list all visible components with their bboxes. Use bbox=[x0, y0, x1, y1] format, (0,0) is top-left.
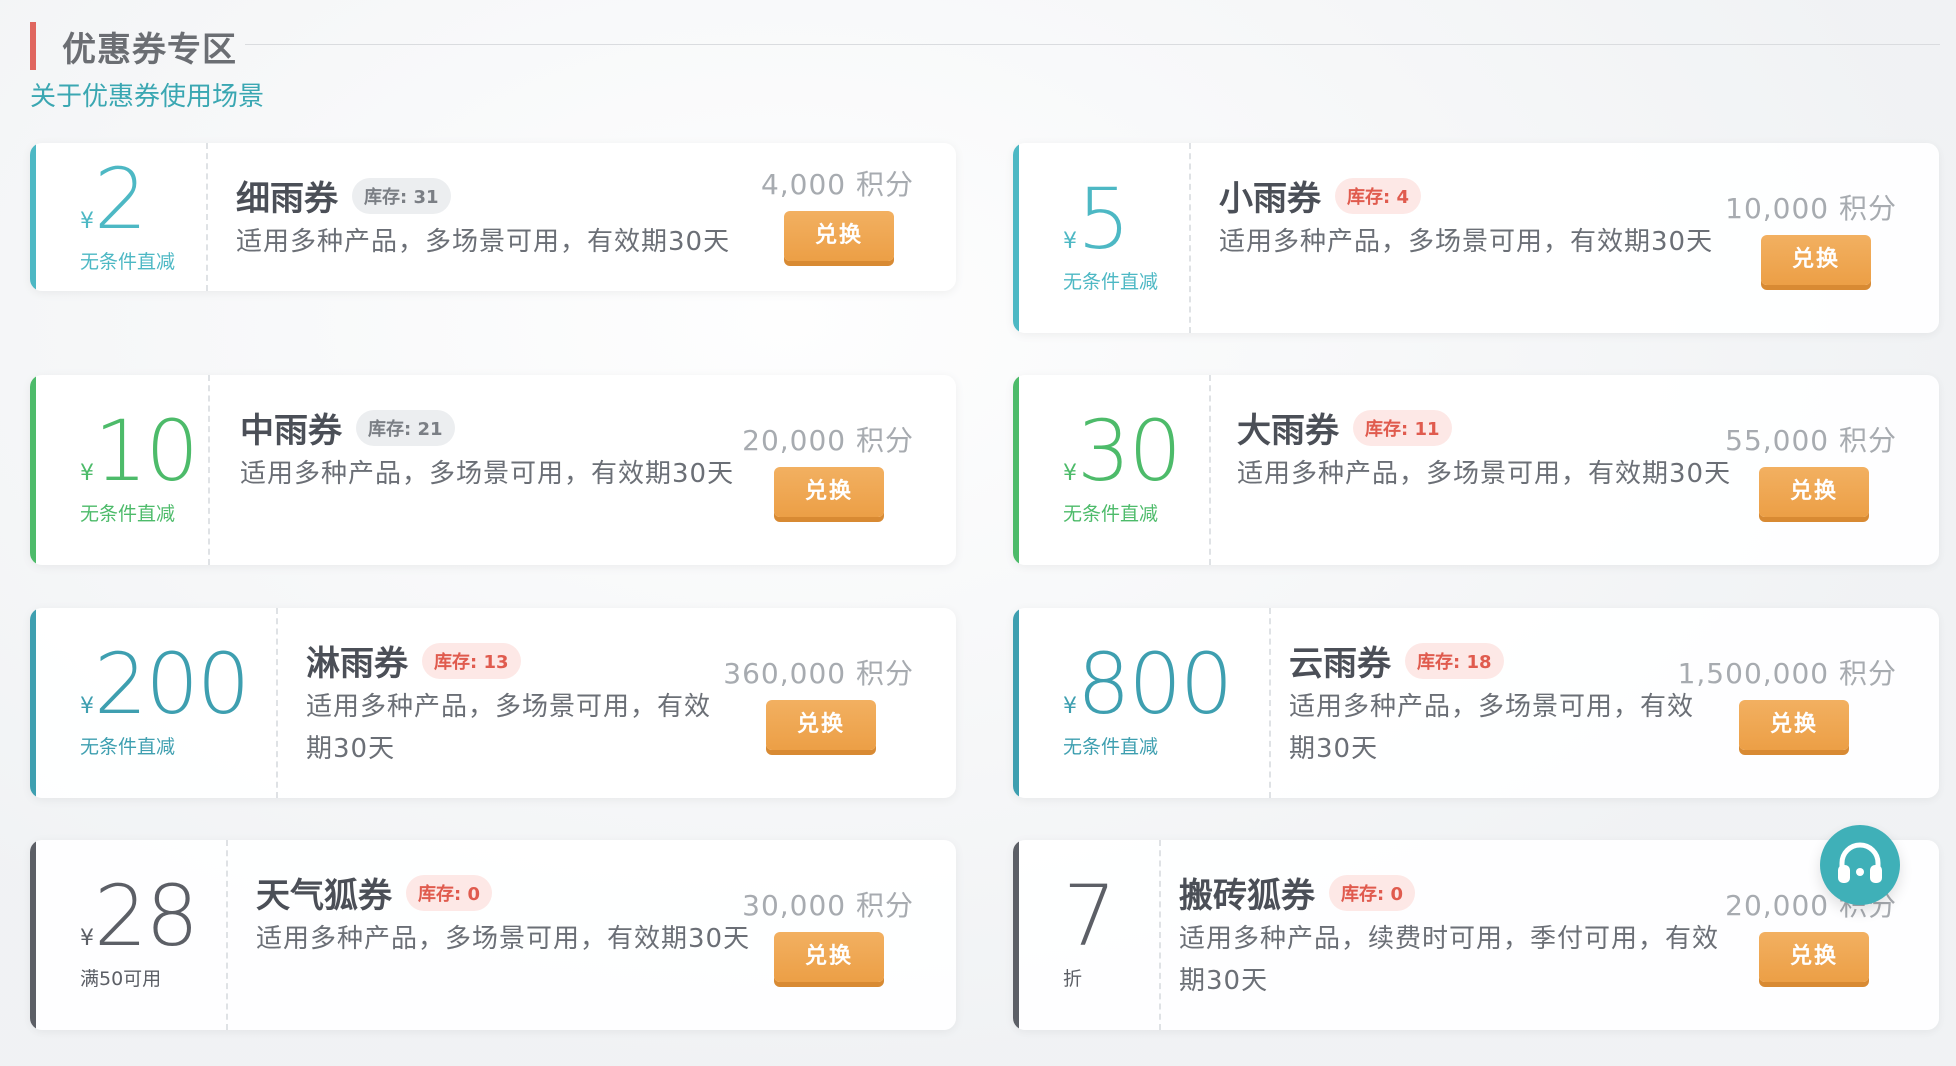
customer-support-button[interactable] bbox=[1820, 825, 1900, 905]
coupon-value-panel: ¥10 无条件直减 bbox=[36, 375, 210, 565]
usage-scenario-link[interactable]: 关于优惠券使用场景 bbox=[30, 76, 264, 113]
coupon-name-row: 小雨券 库存: 4 bbox=[1219, 171, 1421, 220]
coupon-description: 适用多种产品，多场景可用，有效期30天 bbox=[306, 692, 712, 764]
coupon-points: 4,000 积分 bbox=[760, 168, 914, 201]
page-title: 优惠券专区 bbox=[62, 30, 237, 70]
coupon-points: 360,000 积分 bbox=[723, 657, 914, 690]
coupon-value-panel: 7 折 bbox=[1019, 840, 1161, 1030]
coupon-card: 7 折 搬砖狐券 库存: 0 适用多种产品，续费时可用，季付可用，有效期30天 … bbox=[1013, 840, 1939, 1030]
stock-badge: 库存: 11 bbox=[1353, 409, 1452, 446]
coupon-name-row: 淋雨券 库存: 13 bbox=[306, 636, 521, 685]
coupon-name: 细雨券 bbox=[236, 179, 338, 219]
stock-badge: 库存: 21 bbox=[356, 409, 455, 446]
coupon-description: 适用多种产品，多场景可用，有效期30天 bbox=[240, 459, 735, 489]
stock-badge: 库存: 0 bbox=[1329, 874, 1415, 911]
redeem-button[interactable]: 兑换 bbox=[766, 700, 876, 750]
coupon-condition: 满50可用 bbox=[80, 968, 162, 990]
redeem-button[interactable]: 兑换 bbox=[784, 211, 894, 261]
coupon-description: 适用多种产品，续费时可用，季付可用，有效期30天 bbox=[1179, 924, 1720, 996]
coupon-condition: 无条件直减 bbox=[80, 503, 176, 525]
coupon-amount: ¥28 bbox=[80, 867, 199, 965]
coupon-condition: 无条件直减 bbox=[1063, 503, 1159, 525]
coupon-description: 适用多种产品，多场景可用，有效期30天 bbox=[1237, 459, 1732, 489]
coupon-name-row: 中雨券 库存: 21 bbox=[240, 403, 455, 452]
redeem-button[interactable]: 兑换 bbox=[774, 467, 884, 517]
coupon-page: 优惠券专区 关于优惠券使用场景 ¥2 无条件直减 细雨券 库存: 31 适用多种… bbox=[0, 0, 1956, 1066]
title-divider bbox=[245, 44, 1940, 45]
coupon-condition: 无条件直减 bbox=[1063, 271, 1159, 293]
redeem-button[interactable]: 兑换 bbox=[1759, 932, 1869, 982]
coupon-amount: ¥10 bbox=[80, 402, 199, 500]
coupon-description: 适用多种产品，多场景可用，有效期30天 bbox=[256, 924, 751, 954]
coupon-value-panel: ¥5 无条件直减 bbox=[1019, 143, 1191, 333]
coupon-points: 1,500,000 积分 bbox=[1677, 657, 1897, 690]
coupon-condition: 无条件直减 bbox=[80, 736, 176, 758]
coupon-card: ¥2 无条件直减 细雨券 库存: 31 适用多种产品，多场景可用，有效期30天 … bbox=[30, 143, 956, 291]
coupon-value-panel: ¥28 满50可用 bbox=[36, 840, 228, 1030]
coupon-card: ¥200 无条件直减 淋雨券 库存: 13 适用多种产品，多场景可用，有效期30… bbox=[30, 608, 956, 798]
coupon-amount: ¥5 bbox=[1063, 170, 1130, 268]
coupon-name-row: 搬砖狐券 库存: 0 bbox=[1179, 868, 1415, 917]
coupon-condition: 无条件直减 bbox=[80, 251, 176, 273]
coupon-name: 天气狐券 bbox=[256, 876, 392, 916]
stock-badge: 库存: 4 bbox=[1335, 177, 1421, 214]
coupon-card: ¥30 无条件直减 大雨券 库存: 11 适用多种产品，多场景可用，有效期30天… bbox=[1013, 375, 1939, 565]
coupon-points: 20,000 积分 bbox=[742, 424, 914, 457]
coupon-name: 云雨券 bbox=[1289, 644, 1391, 684]
headset-icon bbox=[1838, 842, 1882, 883]
stock-badge: 库存: 13 bbox=[422, 642, 521, 679]
coupon-description: 适用多种产品，多场景可用，有效期30天 bbox=[236, 227, 731, 257]
section-header: 优惠券专区 关于优惠券使用场景 bbox=[30, 18, 1940, 118]
redeem-button[interactable]: 兑换 bbox=[1761, 235, 1871, 285]
coupon-card: ¥800 无条件直减 云雨券 库存: 18 适用多种产品，多场景可用，有效期30… bbox=[1013, 608, 1939, 798]
coupon-amount: ¥2 bbox=[80, 150, 147, 248]
coupon-condition: 折 bbox=[1063, 968, 1083, 990]
coupon-name: 搬砖狐券 bbox=[1179, 876, 1315, 916]
coupon-name-row: 细雨券 库存: 31 bbox=[236, 171, 451, 220]
coupon-value-panel: ¥800 无条件直减 bbox=[1019, 608, 1271, 798]
redeem-button[interactable]: 兑换 bbox=[774, 932, 884, 982]
coupon-points: 30,000 积分 bbox=[742, 889, 914, 922]
coupon-name: 淋雨券 bbox=[306, 644, 408, 684]
coupon-description: 适用多种产品，多场景可用，有效期30天 bbox=[1289, 692, 1695, 764]
coupon-name: 小雨券 bbox=[1219, 179, 1321, 219]
redeem-button[interactable]: 兑换 bbox=[1759, 467, 1869, 517]
coupon-condition: 无条件直减 bbox=[1063, 736, 1159, 758]
coupon-points: 10,000 积分 bbox=[1725, 192, 1897, 225]
coupon-card: ¥10 无条件直减 中雨券 库存: 21 适用多种产品，多场景可用，有效期30天… bbox=[30, 375, 956, 565]
coupon-name: 中雨券 bbox=[240, 411, 342, 451]
coupon-card: ¥5 无条件直减 小雨券 库存: 4 适用多种产品，多场景可用，有效期30天 1… bbox=[1013, 143, 1939, 333]
coupon-amount: 7 bbox=[1063, 867, 1116, 965]
stock-badge: 库存: 18 bbox=[1405, 642, 1504, 679]
coupon-value-panel: ¥2 无条件直减 bbox=[36, 143, 208, 291]
coupon-value-panel: ¥200 无条件直减 bbox=[36, 608, 278, 798]
stock-badge: 库存: 31 bbox=[352, 177, 451, 214]
coupon-points: 55,000 积分 bbox=[1725, 424, 1897, 457]
coupon-amount: ¥30 bbox=[1063, 402, 1182, 500]
title-accent-bar bbox=[30, 22, 36, 70]
redeem-button[interactable]: 兑换 bbox=[1739, 700, 1849, 750]
coupon-name-row: 云雨券 库存: 18 bbox=[1289, 636, 1504, 685]
coupon-name-row: 大雨券 库存: 11 bbox=[1237, 403, 1452, 452]
coupon-name-row: 天气狐券 库存: 0 bbox=[256, 868, 492, 917]
coupon-description: 适用多种产品，多场景可用，有效期30天 bbox=[1219, 227, 1714, 257]
coupon-name: 大雨券 bbox=[1237, 411, 1339, 451]
coupon-amount: ¥200 bbox=[80, 635, 250, 733]
coupon-value-panel: ¥30 无条件直减 bbox=[1019, 375, 1211, 565]
coupon-card: ¥28 满50可用 天气狐券 库存: 0 适用多种产品，多场景可用，有效期30天… bbox=[30, 840, 956, 1030]
stock-badge: 库存: 0 bbox=[406, 874, 492, 911]
coupon-amount: ¥800 bbox=[1063, 635, 1233, 733]
